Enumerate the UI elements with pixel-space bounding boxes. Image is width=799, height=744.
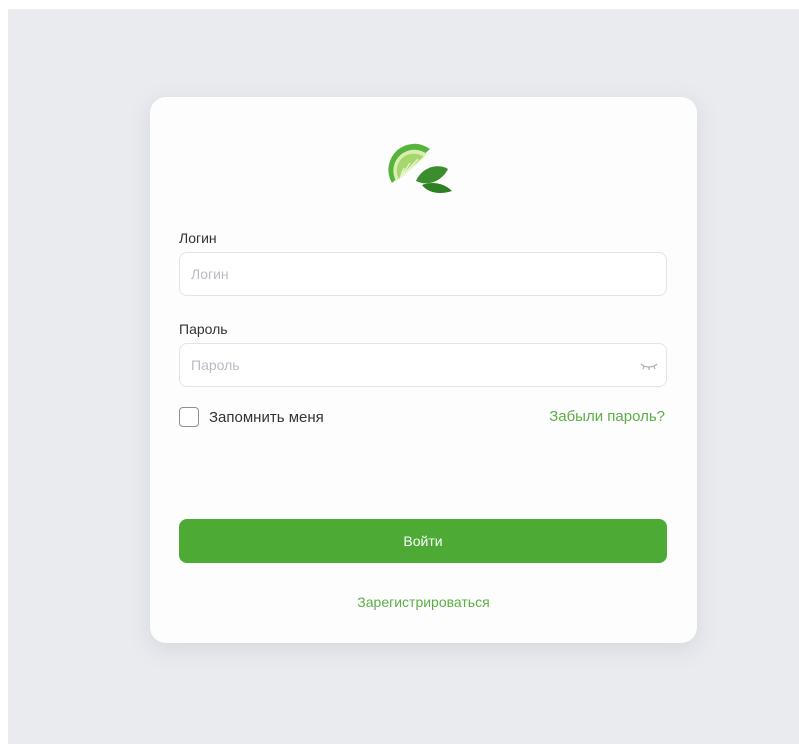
password-input[interactable] [180, 344, 666, 386]
login-label: Логин [179, 230, 217, 246]
login-field[interactable] [179, 252, 667, 296]
lime-logo-icon [388, 143, 452, 193]
remember-me-checkbox[interactable]: Запомнить меня [179, 406, 324, 428]
password-label: Пароль [179, 321, 228, 337]
checkbox-box[interactable] [179, 407, 199, 427]
login-card: Логин Пароль Запомнить меня Забыли парол… [150, 97, 697, 643]
forgot-password-link[interactable]: Забыли пароль? [549, 408, 665, 425]
password-field[interactable] [179, 343, 667, 387]
login-input[interactable] [180, 253, 666, 295]
register-link[interactable]: Зарегистрироваться [150, 594, 697, 610]
login-button[interactable]: Войти [179, 519, 667, 563]
remember-me-label: Запомнить меня [209, 408, 324, 426]
eye-slash-icon[interactable] [640, 358, 658, 372]
